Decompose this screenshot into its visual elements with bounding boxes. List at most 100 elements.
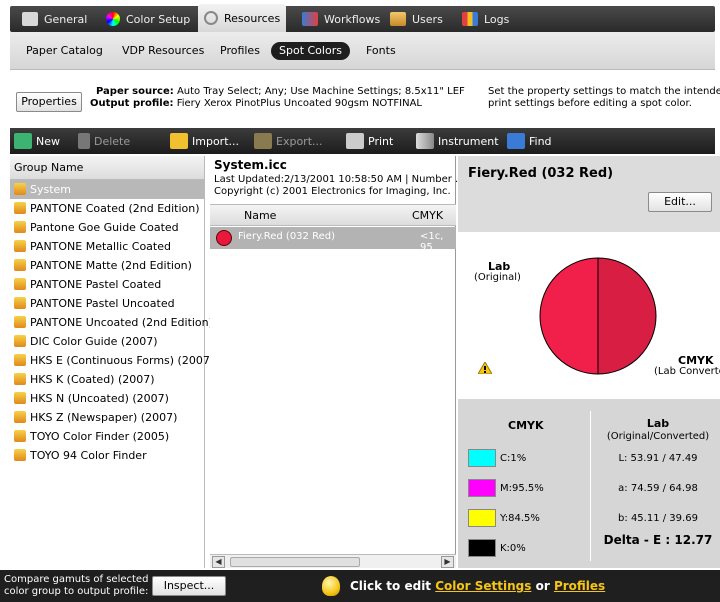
printer-icon <box>22 12 38 26</box>
users-icon <box>390 12 406 26</box>
color-book-icon <box>14 183 26 195</box>
warning-icon <box>477 361 493 375</box>
tab-logs[interactable]: Logs <box>456 6 515 32</box>
new-button[interactable]: New <box>14 128 60 154</box>
subtab-vdp-resources[interactable]: VDP Resources <box>114 42 212 60</box>
inspect-button[interactable]: Inspect... <box>152 576 226 596</box>
binoculars-icon <box>507 133 525 149</box>
color-book-icon <box>14 297 26 309</box>
toolbar: New Delete Import... Export... Print Ins… <box>10 128 715 154</box>
color-book-icon <box>14 392 26 404</box>
bottom-bar: Compare gamuts of selected color group t… <box>0 570 720 602</box>
tab-users-label: Users <box>412 12 443 26</box>
color-detail-title: Fiery.Red (032 Red) <box>468 166 614 181</box>
subtab-paper-catalog[interactable]: Paper Catalog <box>18 42 111 60</box>
group-item[interactable]: Pantone Goe Guide Coated <box>10 218 204 237</box>
group-item[interactable]: HKS K (Coated) (2007) <box>10 370 204 389</box>
tab-color-setup-label: Color Setup <box>126 12 191 26</box>
color-row-selected[interactable]: Fiery.Red (032 Red) <1c, 95 <box>210 227 456 253</box>
color-book-icon <box>14 240 26 252</box>
group-item-label: HKS N (Uncoated) (2007) <box>30 392 169 405</box>
group-item[interactable]: HKS E (Continuous Forms) (2007) <box>10 351 214 370</box>
or-text: or <box>535 579 550 593</box>
group-item-label: DIC Color Guide (2007) <box>30 335 158 348</box>
group-item-label: PANTONE Uncoated (2nd Edition) <box>30 316 213 329</box>
cyan-value: C:1% <box>500 453 527 464</box>
export-button[interactable]: Export... <box>254 128 323 154</box>
bar-chart-icon <box>462 12 478 26</box>
profiles-link[interactable]: Profiles <box>554 579 605 593</box>
group-item-label: Pantone Goe Guide Coated <box>30 221 179 234</box>
group-item[interactable]: System <box>10 180 204 199</box>
color-book-icon <box>14 316 26 328</box>
color-book-icon <box>14 373 26 385</box>
edit-button[interactable]: Edit... <box>648 192 712 212</box>
group-item[interactable]: HKS Z (Newspaper) (2007) <box>10 408 204 427</box>
group-item-label: HKS Z (Newspaper) (2007) <box>30 411 178 424</box>
tab-general[interactable]: General <box>16 6 93 32</box>
horizontal-scrollbar[interactable]: ◀ ▶ <box>210 554 456 568</box>
instrument-icon <box>416 133 434 149</box>
group-item-label: PANTONE Matte (2nd Edition) <box>30 259 192 272</box>
group-name-header[interactable]: Group Name <box>10 156 204 180</box>
color-book-icon <box>14 259 26 271</box>
yellow-value: Y:84.5% <box>500 513 540 524</box>
color-book-icon <box>14 449 26 461</box>
color-settings-link[interactable]: Color Settings <box>435 579 531 593</box>
instrument-button[interactable]: Instrument <box>416 128 499 154</box>
scroll-thumb[interactable] <box>230 557 360 567</box>
print-button[interactable]: Print <box>346 128 393 154</box>
group-item[interactable]: HKS N (Uncoated) (2007) <box>10 389 204 408</box>
tab-workflows[interactable]: Workflows <box>296 6 386 32</box>
properties-button[interactable]: Properties <box>16 92 82 112</box>
gear-icon <box>204 11 218 25</box>
delete-label: Delete <box>94 134 131 148</box>
last-updated-text: Last Updated:2/13/2001 10:58:50 AM | Num… <box>214 174 465 185</box>
cmyk-column-header[interactable]: CMYK <box>412 209 443 222</box>
group-item-label: PANTONE Coated (2nd Edition) <box>30 202 200 215</box>
group-item-label: TOYO Color Finder (2005) <box>30 430 170 443</box>
group-item[interactable]: PANTONE Matte (2nd Edition) <box>10 256 204 275</box>
subtab-spot-colors[interactable]: Spot Colors <box>271 42 350 60</box>
group-item[interactable]: TOYO Color Finder (2005) <box>10 427 204 446</box>
tab-logs-label: Logs <box>484 12 510 26</box>
scroll-right-arrow-icon[interactable]: ▶ <box>441 556 454 568</box>
trash-icon <box>78 133 90 149</box>
group-item[interactable]: PANTONE Pastel Uncoated <box>10 294 204 313</box>
delta-e-value: Delta - E : 12.77 <box>603 533 713 547</box>
paper-source-label: Paper source: <box>96 86 174 97</box>
lab-values-header: Lab <box>646 417 670 430</box>
color-list-header: Name CMYK <box>210 204 456 226</box>
group-item-label: TOYO 94 Color Finder <box>30 449 147 462</box>
delete-button[interactable]: Delete <box>78 128 130 154</box>
name-column-header[interactable]: Name <box>244 209 276 222</box>
paper-source-line: Paper source: Auto Tray Select; Any; Use… <box>96 86 465 98</box>
black-swatch <box>468 539 496 557</box>
group-item[interactable]: DIC Color Guide (2007) <box>10 332 204 351</box>
subtab-fonts[interactable]: Fonts <box>358 42 404 60</box>
group-item[interactable]: PANTONE Pastel Coated <box>10 275 204 294</box>
export-folder-icon <box>254 133 272 149</box>
group-item[interactable]: PANTONE Coated (2nd Edition) <box>10 199 204 218</box>
tab-resources[interactable]: Resources <box>198 4 287 32</box>
group-item-label: HKS K (Coated) (2007) <box>30 373 155 386</box>
subtab-profiles[interactable]: Profiles <box>212 42 268 60</box>
find-button[interactable]: Find <box>507 128 552 154</box>
sub-tab-bar: Paper Catalog VDP Resources Profiles Spo… <box>10 32 715 70</box>
color-book-icon <box>14 278 26 290</box>
group-item[interactable]: TOYO 94 Color Finder <box>10 446 204 465</box>
tab-color-setup[interactable]: Color Setup <box>100 6 196 32</box>
group-item[interactable]: PANTONE Uncoated (2nd Edition) <box>10 313 213 332</box>
tab-workflows-label: Workflows <box>324 12 381 26</box>
hint-line-1: Set the property settings to match the i… <box>488 86 720 97</box>
import-label: Import... <box>192 134 239 148</box>
profile-title: System.icc <box>214 158 287 172</box>
tab-resources-label: Resources <box>224 11 281 25</box>
scroll-left-arrow-icon[interactable]: ◀ <box>212 556 225 568</box>
tab-users[interactable]: Users <box>384 6 449 32</box>
color-book-icon <box>14 335 26 347</box>
lab-b-value: b: 45.11 / 39.69 <box>618 513 698 524</box>
group-item[interactable]: PANTONE Metallic Coated <box>10 237 204 256</box>
import-button[interactable]: Import... <box>170 128 239 154</box>
values-divider <box>590 411 591 561</box>
